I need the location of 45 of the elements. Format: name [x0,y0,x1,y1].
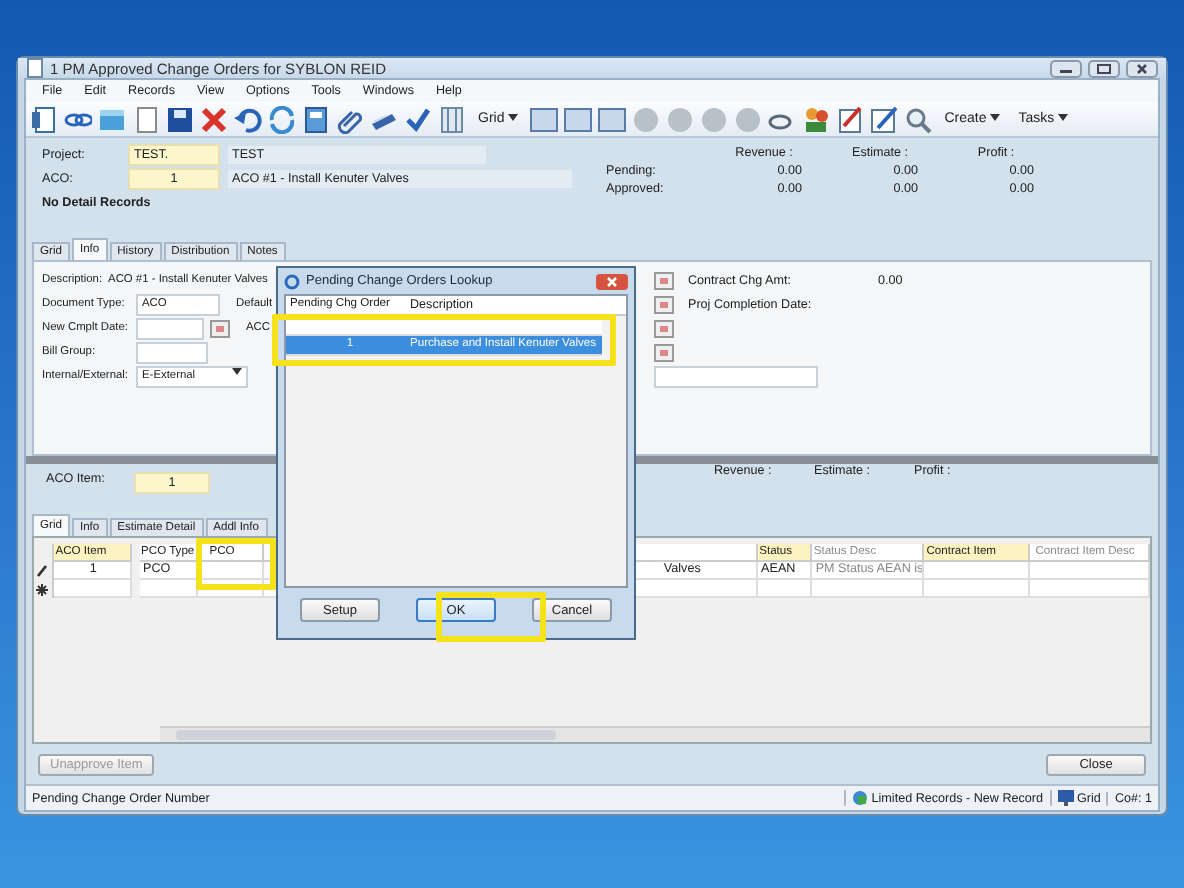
close-icon[interactable] [200,105,228,133]
top-pane-icon[interactable] [530,107,559,131]
grid-cell [811,580,925,598]
text-field[interactable] [654,365,818,387]
box-icon[interactable] [98,105,126,133]
grid-icon[interactable] [438,105,466,133]
grid-cell [924,562,1030,580]
horizontal-scrollbar[interactable] [160,726,1150,742]
people-icon[interactable] [802,105,831,133]
bill-group-field[interactable] [136,341,208,363]
date-field[interactable] [136,317,204,339]
grid-cell [1029,580,1150,598]
maximize-button[interactable] [1088,59,1120,77]
lookup-icon [284,273,300,289]
grid-cell [924,580,1030,598]
grid-cell [757,580,812,598]
caret-icon [508,114,519,122]
globe-icon [851,790,868,806]
undo-icon[interactable] [234,105,262,133]
grid-cell [1029,562,1150,580]
document-icon[interactable] [30,105,58,133]
grid-cell [53,580,132,598]
pencil-icon[interactable] [870,105,899,133]
monitor-icon [1057,790,1074,806]
caret-icon [990,114,1001,122]
bottom-pane-icon[interactable] [598,107,627,131]
grid-cell [197,562,264,580]
close-button[interactable] [596,273,628,289]
grid-cell [139,580,198,598]
caret-icon [232,367,242,375]
magnifier-icon[interactable] [904,105,933,133]
middle-pane-icon[interactable] [564,107,593,131]
calculator-icon[interactable] [302,105,330,133]
page-icon[interactable] [132,105,160,133]
pencil-icon [36,564,49,578]
paperclip-icon[interactable] [336,105,364,133]
minimize-button[interactable] [1050,59,1082,77]
refresh-icon[interactable] [268,105,296,133]
close-button[interactable] [1126,59,1158,77]
calendar-button[interactable] [210,319,230,337]
caret-icon [1058,114,1069,122]
spell-check-icon[interactable] [404,105,432,133]
highlight-frame [196,538,276,590]
highlight-frame [436,592,546,642]
asterisk-icon [36,583,49,595]
